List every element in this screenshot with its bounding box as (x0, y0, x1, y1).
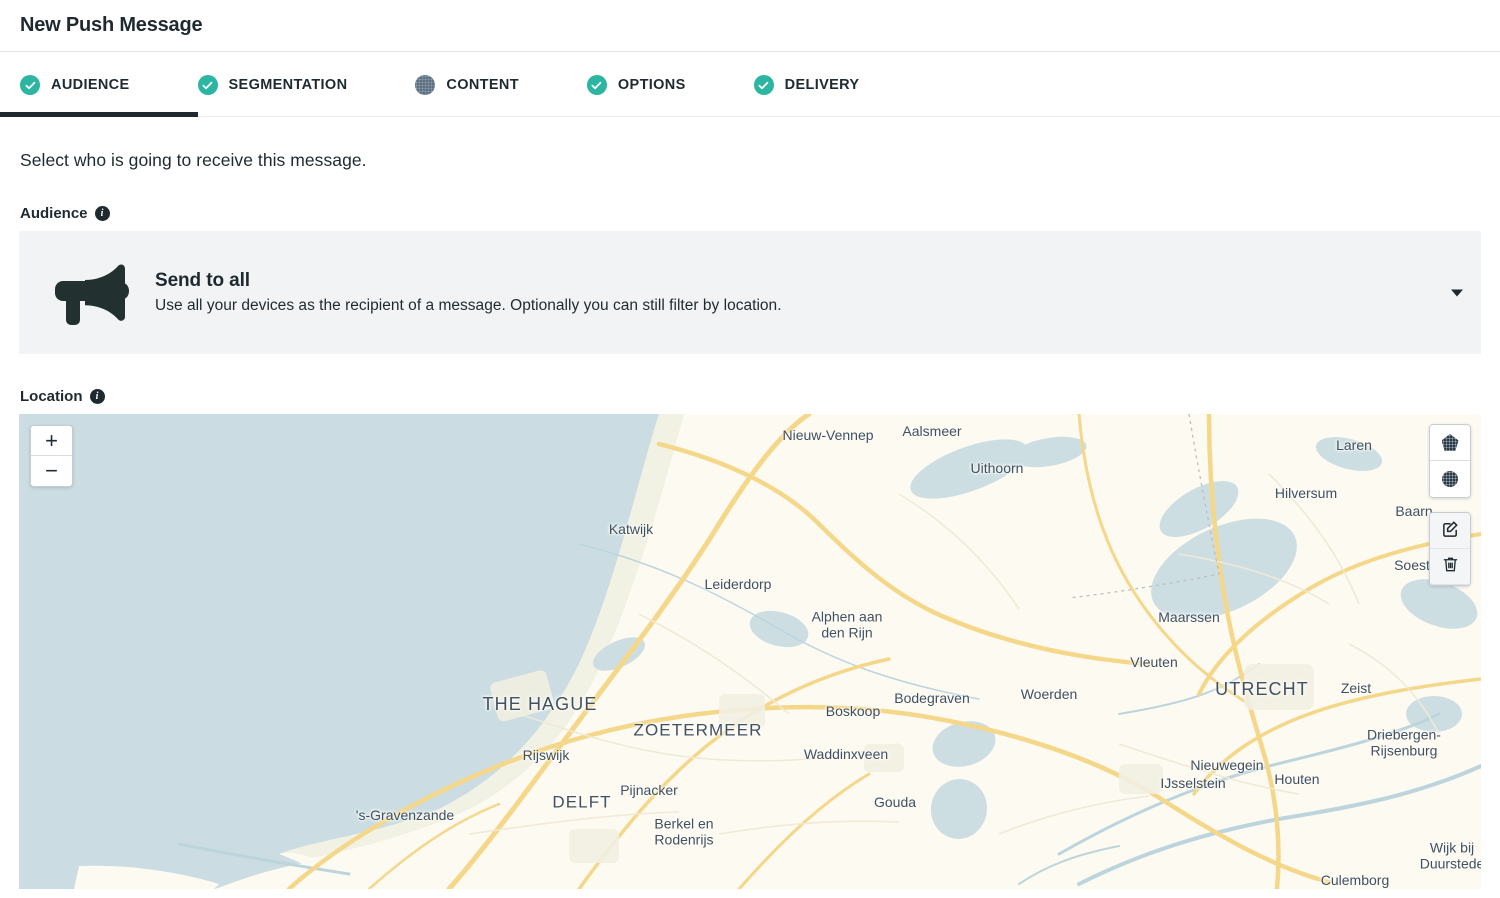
map-edit-controls[interactable] (1429, 512, 1471, 586)
zoom-out-button[interactable]: − (31, 456, 72, 486)
check-circle-icon (197, 75, 218, 95)
tab-content[interactable]: CONTENT (415, 52, 519, 116)
info-icon[interactable]: i (94, 206, 110, 221)
audience-selector[interactable]: Send to all Use all your devices as the … (19, 231, 1481, 354)
info-icon[interactable]: i (89, 389, 105, 404)
tab-label: AUDIENCE (51, 77, 130, 93)
audience-description: Use all your devices as the recipient of… (155, 297, 782, 314)
tab-label: CONTENT (446, 77, 519, 93)
pending-circle-icon (415, 75, 436, 95)
location-label-text: Location (20, 388, 83, 405)
map-tiles (19, 414, 1481, 889)
intro-text: Select who is going to receive this mess… (20, 150, 367, 170)
trash-icon (1441, 555, 1460, 579)
tab-label: DELIVERY (784, 77, 860, 93)
tab-label: SEGMENTATION (228, 77, 348, 93)
tab-label: OPTIONS (617, 77, 686, 93)
polygon-icon (1441, 434, 1459, 451)
tab-delivery[interactable]: DELIVERY (753, 52, 860, 116)
zoom-in-button[interactable]: + (31, 426, 72, 456)
audience-title: Send to all (155, 270, 250, 291)
delete-shape-button[interactable] (1430, 549, 1470, 585)
tab-segmentation[interactable]: SEGMENTATION (197, 52, 348, 116)
check-circle-icon (753, 75, 774, 95)
edit-icon (1441, 519, 1460, 543)
check-circle-icon (586, 75, 607, 95)
check-circle-icon (20, 75, 40, 95)
circle-icon (1442, 471, 1458, 487)
main-content: Select who is going to receive this mess… (0, 117, 1500, 889)
audience-text-block: Send to all Use all your devices as the … (155, 270, 782, 315)
chevron-down-icon[interactable] (1451, 289, 1463, 296)
audience-label-text: Audience (20, 205, 88, 222)
edit-shape-button[interactable] (1430, 513, 1470, 549)
audience-section-label: Audience i (19, 205, 1481, 222)
map-draw-controls[interactable] (1429, 424, 1471, 498)
location-section-label: Location i (19, 388, 1481, 405)
tab-options[interactable]: OPTIONS (586, 52, 686, 116)
draw-polygon-button[interactable] (1430, 425, 1470, 461)
draw-circle-button[interactable] (1430, 461, 1470, 497)
page-header: New Push Message (0, 0, 1500, 52)
map-zoom-controls[interactable]: + − (30, 425, 73, 487)
wizard-tabs: AUDIENCE SEGMENTATION CONTENT OPTIONS DELIVE… (0, 52, 1500, 117)
megaphone-icon (55, 260, 129, 326)
page-title: New Push Message (20, 14, 203, 36)
location-map[interactable]: + − Nieuw-Vennep Aalsmeer Uithoorn Laren… (19, 414, 1481, 889)
tab-audience[interactable]: AUDIENCE (0, 52, 197, 117)
